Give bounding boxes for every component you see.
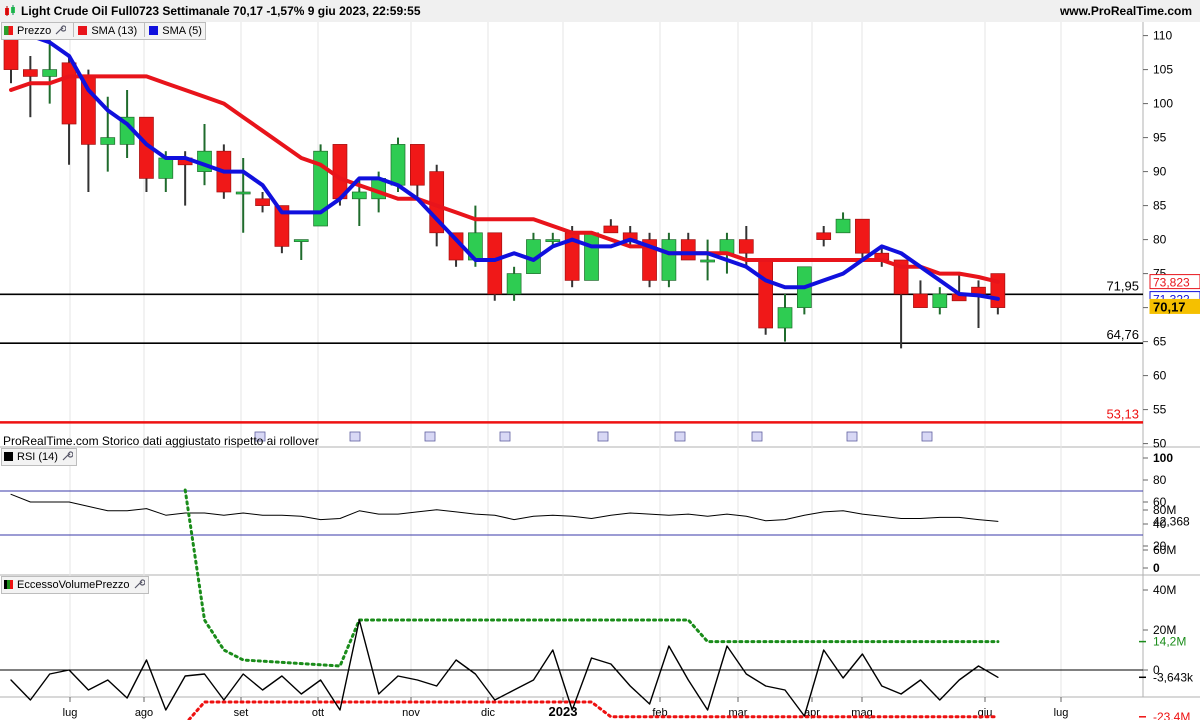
candle-body [932, 293, 948, 308]
legend-sma5-label: SMA (5) [162, 25, 202, 37]
rsi-swatch-icon [4, 452, 13, 461]
candle-body [700, 259, 715, 263]
legend-separator [144, 23, 146, 37]
y-tick-label: 95 [1153, 131, 1167, 145]
rsi-y-tick-label: 80 [1153, 473, 1167, 487]
candle-body [487, 232, 503, 295]
volume-axis-badge-label: 14,2M [1153, 635, 1186, 649]
x-tick-label: set [234, 707, 249, 719]
candle-body [584, 232, 599, 281]
rsi-legend[interactable]: RSI (14) [1, 448, 77, 466]
candle-body [235, 191, 251, 195]
candle-body [332, 144, 348, 200]
y-tick-label: 100 [1153, 97, 1173, 111]
candle-body [777, 307, 793, 329]
chart-canvas: lug ago set ott nov dic 2023 feb mar apr mag giu lug… [0, 22, 1200, 720]
rollover-marker-icon [597, 431, 609, 442]
legend-separator [73, 23, 75, 37]
volume-axis-badge-label: -23,4M [1153, 710, 1190, 720]
candle-body [293, 239, 309, 242]
candle-body [100, 137, 116, 145]
price-axis-badge-label: 70,17 [1153, 299, 1186, 314]
x-tick-label: lug [63, 707, 78, 719]
y-tick-label: 80 [1153, 233, 1167, 247]
candle-body [410, 144, 425, 186]
rollover-marker-icon [499, 431, 511, 442]
candle-body [855, 218, 870, 254]
candle-body [23, 69, 38, 77]
legend-volume-label: EccessoVolumePrezzo [17, 579, 130, 591]
volume-y-tick-label: 60M [1153, 543, 1176, 557]
candle-body [390, 144, 406, 186]
candle-body [758, 259, 774, 329]
y-tick-label: 105 [1153, 63, 1173, 77]
volume-y-tick-label: 80M [1153, 503, 1176, 517]
candle-body [816, 232, 832, 240]
y-tick-label: 55 [1153, 403, 1167, 417]
volume-lower-band [186, 700, 1000, 720]
candle-body [351, 191, 367, 200]
legend-price-label: Prezzo [17, 25, 52, 37]
y-tick-label: 60 [1153, 369, 1167, 383]
rsi-y-tick-label: 0 [1153, 561, 1160, 575]
volume-legend[interactable]: EccessoVolumePrezzo [1, 576, 149, 594]
rsi-y-tick-label: 100 [1153, 451, 1173, 465]
candle-body [545, 239, 561, 242]
rollover-marker-icon [751, 431, 763, 442]
wrench-icon[interactable] [133, 578, 145, 590]
x-tick-label: lug [1054, 707, 1069, 719]
rollover-marker-icon [921, 431, 933, 442]
candle-body [971, 286, 986, 295]
y-tick-label: 90 [1153, 165, 1167, 179]
candle-body [255, 198, 270, 206]
candle-body [661, 239, 677, 281]
level-label: 71,95 [1106, 278, 1139, 293]
y-tick-label: 65 [1153, 335, 1167, 349]
legend-sma13-label: SMA (13) [91, 25, 138, 37]
level-label: 53,13 [1106, 406, 1139, 421]
x-tick-label: nov [402, 707, 420, 719]
volume-axis-badge-label: -3,643k [1153, 670, 1194, 684]
candle-body [835, 218, 851, 234]
wrench-icon[interactable] [61, 450, 73, 462]
y-tick-label: 50 [1153, 437, 1167, 451]
rollover-marker-icon [674, 431, 686, 442]
candle-body [680, 239, 696, 261]
candle-body [158, 157, 174, 179]
price-axis-badge-label: 73,823 [1153, 276, 1190, 290]
sma13-swatch-icon [78, 26, 88, 35]
rollover-marker-icon [846, 431, 858, 442]
volume-y-tick-label: 40M [1153, 583, 1176, 597]
candle-body [719, 239, 735, 254]
plot-background [0, 22, 1200, 697]
candle-body [603, 225, 619, 234]
y-tick-label: 110 [1153, 29, 1172, 43]
candle-body [738, 239, 754, 254]
data-note: ProRealTime.com Storico dati aggiustato … [3, 434, 319, 448]
sma5-swatch-icon [149, 26, 159, 35]
x-tick-label: ago [135, 707, 153, 719]
candle-body [506, 273, 522, 295]
rollover-marker-icon [349, 431, 361, 442]
legend-rsi-label: RSI (14) [17, 451, 58, 463]
candle-body [913, 293, 928, 308]
price-swatch-icon [4, 26, 13, 35]
x-tick-label: ott [312, 707, 324, 719]
y-tick-label: 85 [1153, 199, 1167, 213]
level-label: 64,76 [1106, 327, 1139, 342]
rollover-marker-icon [424, 431, 436, 442]
volume-swatch-icon [4, 580, 13, 589]
candle-body [42, 69, 58, 77]
price-legend[interactable]: Prezzo SMA (13) SMA (5) [1, 22, 206, 40]
wrench-icon[interactable] [54, 24, 67, 36]
x-tick-label: dic [481, 707, 496, 719]
candle-body [61, 62, 77, 125]
